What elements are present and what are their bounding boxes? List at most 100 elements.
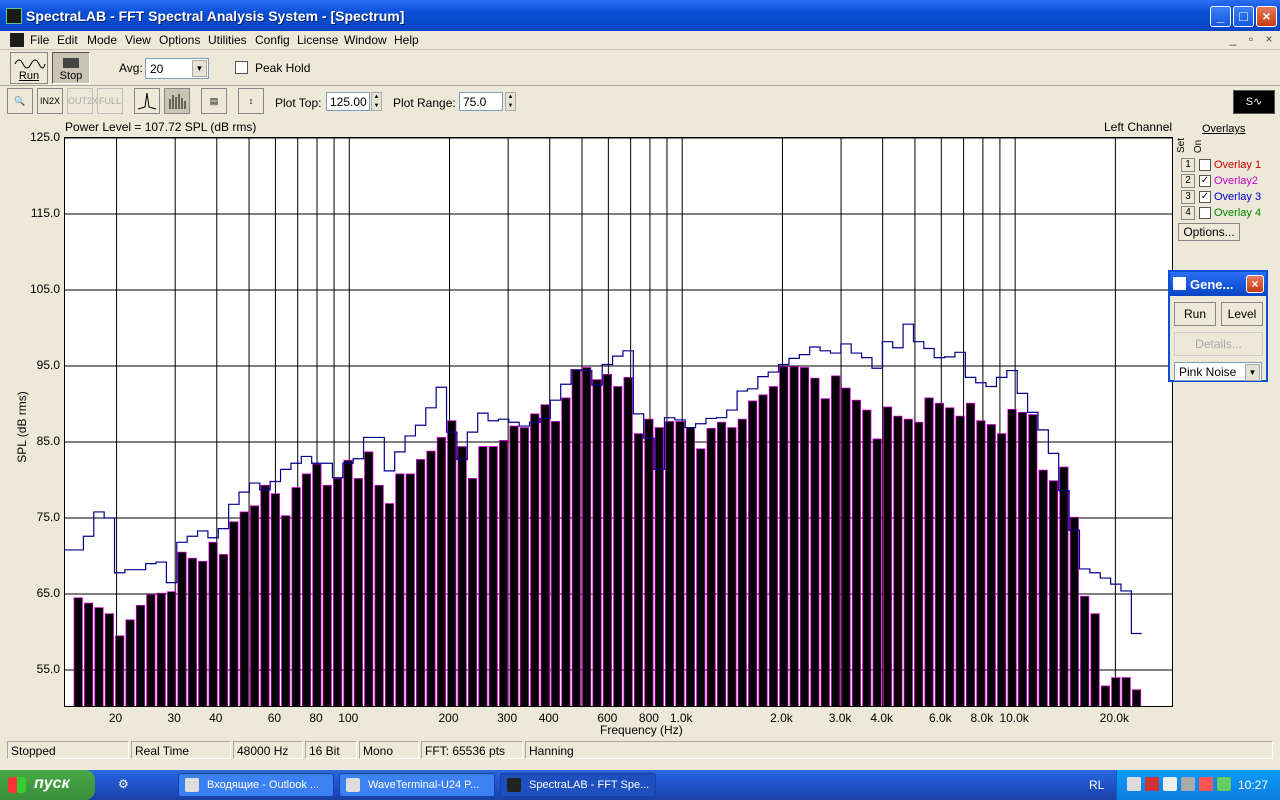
avg-select[interactable]: 20 ▼ xyxy=(145,58,209,79)
spectrum-bar xyxy=(125,619,135,706)
menu-license[interactable]: License xyxy=(297,33,338,47)
spectrum-bar xyxy=(561,397,571,706)
stop-icon xyxy=(63,58,79,68)
help-icon[interactable] xyxy=(1181,777,1195,791)
spectrum-bar xyxy=(748,400,758,706)
plot-toolbar: 🔍 IN2X OUT2X FULL ▤ ↕ xyxy=(0,86,1280,118)
spectrum-bar xyxy=(924,397,934,706)
zoom-icon[interactable]: 🔍 xyxy=(7,88,33,114)
menu-options[interactable]: Options xyxy=(159,33,200,47)
overlay-1-set-button[interactable]: 1 xyxy=(1181,158,1195,172)
spectrum-bar xyxy=(250,505,260,706)
mdi-restore-icon[interactable]: ▫ xyxy=(1244,32,1258,46)
volume-icon[interactable] xyxy=(1163,777,1177,791)
spectrum-bar xyxy=(1017,411,1028,706)
spectrum-bar xyxy=(1007,408,1017,706)
generator-close-icon[interactable]: × xyxy=(1246,275,1264,293)
overlay-3-checkbox[interactable]: ✓ xyxy=(1199,191,1211,203)
menu-mode[interactable]: Mode xyxy=(87,33,117,47)
plot-top-spinner[interactable]: ▲ ▼ xyxy=(371,92,382,111)
spectrum-bar xyxy=(177,551,187,706)
status-fft-size: FFT: 65536 pts xyxy=(421,741,523,759)
spectrum-bar xyxy=(841,387,851,706)
network-icon[interactable] xyxy=(1127,777,1141,791)
line-plot-icon[interactable] xyxy=(134,88,160,114)
menu-window[interactable]: Window xyxy=(344,33,387,47)
status-mode: Real Time xyxy=(131,741,231,759)
spectrum-bar xyxy=(872,438,882,706)
generator-run-button[interactable]: Run xyxy=(1174,302,1216,326)
spectrum-bar xyxy=(208,541,218,706)
windows-logo-icon xyxy=(8,777,26,793)
display-settings-icon[interactable]: ▤ xyxy=(201,88,227,114)
plot-top-input[interactable]: 125.00 xyxy=(326,92,370,111)
device-icon[interactable] xyxy=(1217,777,1231,791)
spectrum-bar xyxy=(706,427,716,706)
chevron-down-icon[interactable]: ▼ xyxy=(192,60,207,77)
document-icon[interactable] xyxy=(10,33,24,47)
menu-help[interactable]: Help xyxy=(394,33,419,47)
spectrum-bar xyxy=(218,554,229,706)
mdi-close-icon[interactable]: × xyxy=(1262,32,1276,46)
spectrum-bar xyxy=(1048,480,1059,706)
stop-button[interactable]: Stop xyxy=(52,52,90,84)
overlay-3-set-button[interactable]: 3 xyxy=(1181,190,1195,204)
zoom-out-full-icon[interactable]: FULL xyxy=(97,88,123,114)
overlay-1-checkbox[interactable] xyxy=(1199,159,1211,171)
spectrum-bar xyxy=(187,557,197,706)
maximize-button[interactable]: □ xyxy=(1233,6,1254,27)
overlays-title[interactable]: Overlays xyxy=(1202,123,1245,135)
quick-launch-icon[interactable]: ⚙ xyxy=(118,777,134,793)
spectrum-bar xyxy=(343,459,353,706)
overlay-options-button[interactable]: Options... xyxy=(1178,223,1240,241)
task-waveterminal[interactable]: WaveTerminal-U24 P... xyxy=(339,773,495,797)
generator-title: Gene... xyxy=(1190,277,1234,292)
menu-utilities[interactable]: Utilities xyxy=(208,33,247,47)
language-indicator[interactable]: RL xyxy=(1089,778,1104,792)
plot-range-spinner[interactable]: ▲ ▼ xyxy=(505,92,516,111)
spectrum-bar xyxy=(903,418,913,706)
minimize-button[interactable]: _ xyxy=(1210,6,1231,27)
menu-config[interactable]: Config xyxy=(255,33,290,47)
overlay-4-set-button[interactable]: 4 xyxy=(1181,206,1195,220)
menu-edit[interactable]: Edit xyxy=(57,33,78,47)
zoom-in-2x-icon[interactable]: IN2X xyxy=(37,88,63,114)
overlay-4-checkbox[interactable] xyxy=(1199,207,1211,219)
status-sample-rate: 48000 Hz xyxy=(233,741,303,759)
bar-plot-icon[interactable] xyxy=(164,88,190,114)
chevron-down-icon[interactable]: ▼ xyxy=(1245,364,1260,381)
menu-view[interactable]: View xyxy=(125,33,151,47)
run-button[interactable]: Run xyxy=(10,52,48,84)
task-spectralab[interactable]: SpectraLAB - FFT Spe... xyxy=(500,773,656,797)
task-outlook[interactable]: Входящие - Outlook ... xyxy=(178,773,334,797)
spectrum-bar xyxy=(1028,414,1038,706)
security-icon[interactable] xyxy=(1145,777,1159,791)
y-axis-title: SPL (dB rms) xyxy=(15,391,29,463)
spectrum-graph[interactable] xyxy=(64,137,1173,707)
spectrum-bar xyxy=(893,415,903,706)
x-tick-label: 3.0k xyxy=(828,711,852,725)
plot-range-input[interactable]: 75.0 xyxy=(459,92,503,111)
app-icon[interactable] xyxy=(6,8,22,24)
autoscale-icon[interactable]: ↕ xyxy=(238,88,264,114)
generator-signal-select[interactable]: Pink Noise ▼ xyxy=(1174,362,1262,381)
generator-details-button[interactable]: Details... xyxy=(1174,332,1263,356)
mdi-minimize-icon[interactable]: _ xyxy=(1226,32,1240,46)
overlay-2-checkbox[interactable]: ✓ xyxy=(1199,175,1211,187)
spectrum-bar xyxy=(499,440,509,706)
generator-title-bar[interactable]: Gene... × xyxy=(1170,272,1266,296)
spectrum-bar xyxy=(685,427,695,706)
menu-file[interactable]: File xyxy=(30,33,49,47)
overlay-2-label: Overlay2 xyxy=(1214,175,1259,187)
overlay-2-set-button[interactable]: 2 xyxy=(1181,174,1195,188)
spectrum-bar xyxy=(582,367,592,706)
generator-level-button[interactable]: Level xyxy=(1221,302,1263,326)
zoom-out-2x-icon[interactable]: OUT2X xyxy=(67,88,98,114)
y-tick-label: 75.0 xyxy=(36,510,60,524)
antivirus-icon[interactable] xyxy=(1199,777,1213,791)
close-button[interactable]: × xyxy=(1256,6,1277,27)
x-tick-label: 400 xyxy=(538,711,559,725)
start-button[interactable]: пуск xyxy=(0,770,95,800)
peak-hold-checkbox[interactable] xyxy=(235,61,248,74)
title-bar[interactable]: SpectraLAB - FFT Spectral Analysis Syste… xyxy=(0,0,1280,31)
